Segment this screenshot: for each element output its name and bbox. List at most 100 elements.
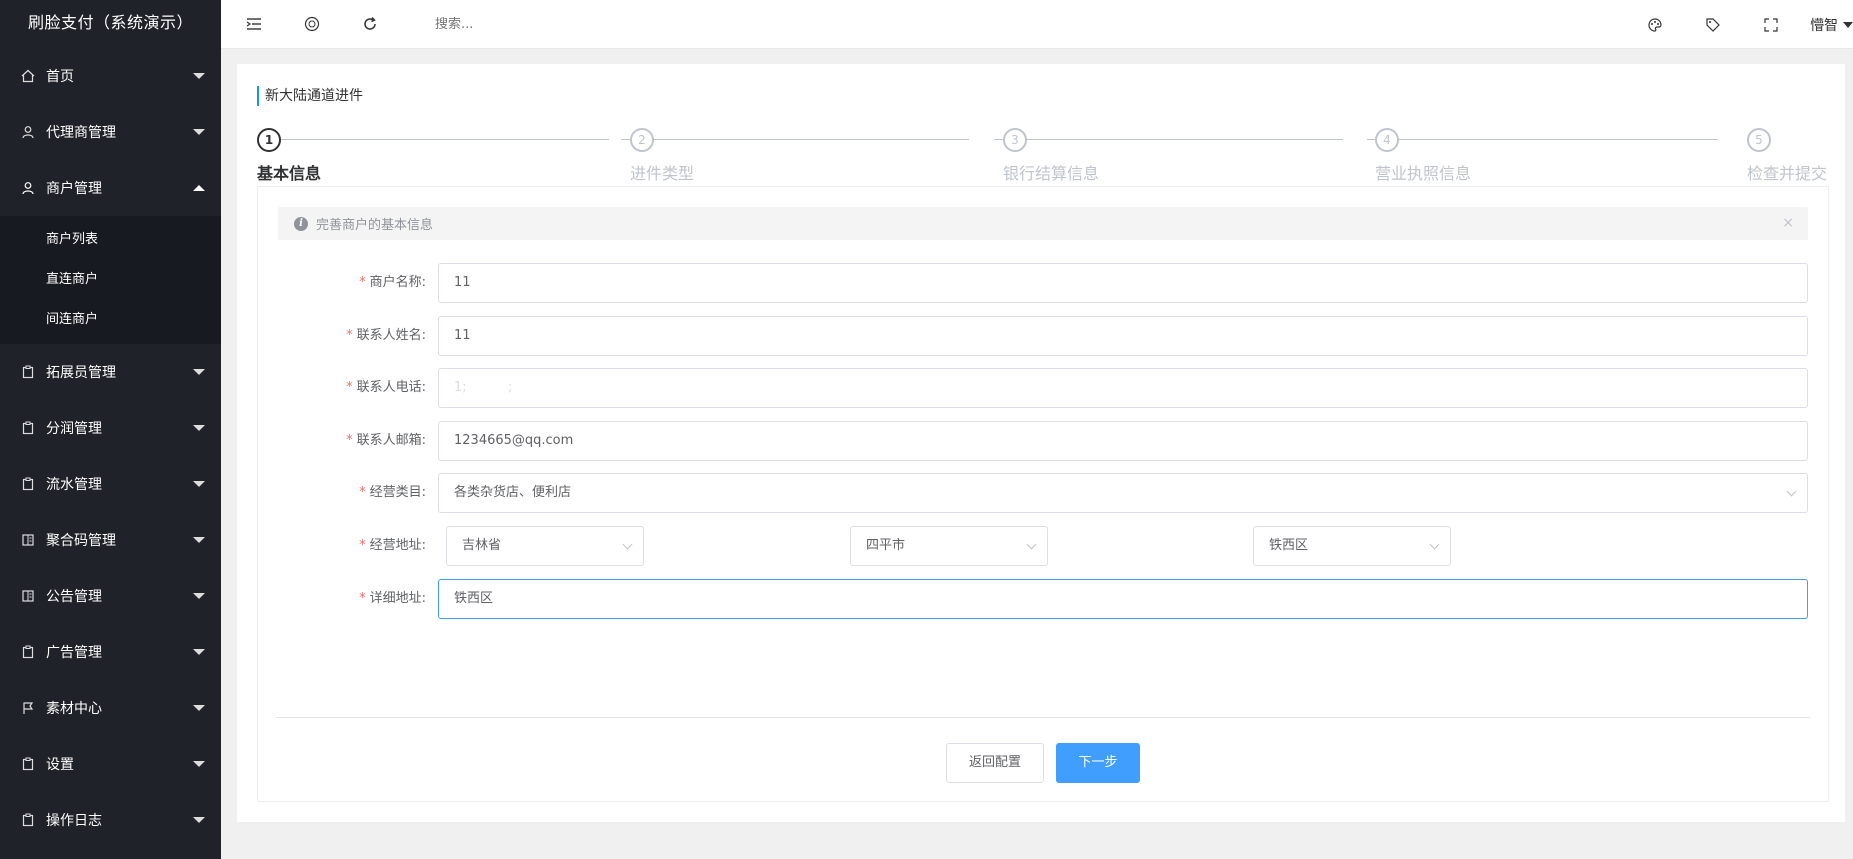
next-step-button[interactable]: 下一步 xyxy=(1056,743,1140,783)
merchant-name-input[interactable]: 11 xyxy=(438,263,1808,303)
required-mark: * xyxy=(346,433,353,448)
chevron-down-icon xyxy=(193,593,205,599)
user-menu[interactable]: 懵智 xyxy=(1810,15,1853,35)
required-mark: * xyxy=(359,538,366,553)
step-label: 营业执照信息 xyxy=(1375,164,1472,183)
city-select[interactable]: 四平市 xyxy=(850,526,1048,566)
label-text: 联系人邮箱: xyxy=(356,433,426,448)
chevron-down-icon xyxy=(193,369,205,375)
clipboard-icon xyxy=(20,476,36,492)
alert-text: 完善商户的基本信息 xyxy=(316,218,434,233)
top-header: 懵智 xyxy=(221,0,1853,49)
sidebar-item-logs[interactable]: 操作日志 xyxy=(0,792,221,848)
header-right: 懵智 xyxy=(1626,0,1853,49)
sidebar-item-merchant[interactable]: 商户管理 xyxy=(0,160,221,216)
province-select[interactable]: 吉林省 xyxy=(446,526,644,566)
contact-name-input[interactable]: 11 xyxy=(438,316,1808,356)
sidebar-item-label: 操作日志 xyxy=(46,813,102,829)
form-label: * 联系人姓名: xyxy=(258,316,426,356)
submenu-item-merchant-list[interactable]: 商户列表 xyxy=(0,220,221,260)
chevron-down-icon xyxy=(193,705,205,711)
step-number: 1 xyxy=(257,128,281,152)
label-text: 详细地址: xyxy=(369,591,426,606)
divider xyxy=(276,717,1810,718)
submenu-item-direct-merchant[interactable]: 直连商户 xyxy=(0,260,221,300)
flag-icon xyxy=(20,700,36,716)
close-icon[interactable]: × xyxy=(1782,215,1794,231)
sidebar-item-label: 商户管理 xyxy=(46,181,102,197)
search-input[interactable] xyxy=(435,16,635,32)
theme-palette-icon[interactable] xyxy=(1644,14,1666,36)
sidebar-item-materials[interactable]: 素材中心 xyxy=(0,680,221,736)
form-row-address: * 经营地址: 吉林省 四平市 铁西区 xyxy=(258,526,1830,566)
chevron-down-icon xyxy=(1786,486,1797,497)
sidebar-item-home[interactable]: 首页 xyxy=(0,48,221,104)
tag-icon[interactable] xyxy=(1702,14,1724,36)
submenu-item-indirect-merchant[interactable]: 间连商户 xyxy=(0,300,221,340)
chevron-down-icon xyxy=(193,649,205,655)
province-value: 吉林省 xyxy=(462,538,502,553)
chevron-down-icon xyxy=(193,481,205,487)
menu-fold-icon[interactable] xyxy=(243,13,265,35)
sidebar-item-profit[interactable]: 分润管理 xyxy=(0,400,221,456)
label-text: 商户名称: xyxy=(369,275,426,290)
district-select[interactable]: 铁西区 xyxy=(1253,526,1451,566)
contact-email-input[interactable]: 1234665@qq.com xyxy=(438,421,1808,461)
sidebar-item-agent[interactable]: 代理商管理 xyxy=(0,104,221,160)
chevron-down-icon xyxy=(193,761,205,767)
user-icon xyxy=(20,180,36,196)
clipboard-icon xyxy=(20,812,36,828)
caret-down-icon xyxy=(1843,21,1853,28)
clipboard-icon xyxy=(20,756,36,772)
chevron-down-icon xyxy=(193,425,205,431)
label-text: 经营类目: xyxy=(369,485,426,500)
website-icon[interactable] xyxy=(301,13,323,35)
category-select[interactable]: 各类杂货店、便利店 xyxy=(438,473,1808,513)
sidebar-item-label: 代理商管理 xyxy=(46,125,116,141)
step-connector xyxy=(1367,139,1718,140)
district-value: 铁西区 xyxy=(1269,538,1309,553)
sidebar-item-expander[interactable]: 拓展员管理 xyxy=(0,344,221,400)
sidebar-item-ads[interactable]: 广告管理 xyxy=(0,624,221,680)
step-connector xyxy=(994,139,1343,140)
home-icon xyxy=(20,68,36,84)
form-row-contact-name: * 联系人姓名: 11 xyxy=(258,316,1830,356)
contact-phone-input[interactable]: 1; ; xyxy=(438,368,1808,408)
sidebar-item-notice[interactable]: 公告管理 xyxy=(0,568,221,624)
step-connector xyxy=(281,139,609,140)
sidebar-item-label: 公告管理 xyxy=(46,589,102,605)
form-row-contact-phone: * 联系人电话: 1; ; xyxy=(258,368,1830,408)
step-number: 4 xyxy=(1375,128,1399,152)
chevron-down-icon xyxy=(622,539,633,550)
detail-address-input[interactable]: 铁西区 xyxy=(438,579,1808,619)
merchant-submenu: 商户列表 直连商户 间连商户 xyxy=(0,216,221,344)
sidebar-item-settings[interactable]: 设置 xyxy=(0,736,221,792)
sidebar-item-label: 拓展员管理 xyxy=(46,365,116,381)
form-label: * 商户名称: xyxy=(258,263,426,303)
sidebar: 刷脸支付（系统演示） 首页 代理商管理 商户管理 商户列表 直连商户 间连商户 … xyxy=(0,0,221,859)
user-icon xyxy=(20,124,36,140)
chevron-down-icon xyxy=(193,817,205,823)
main-card: 新大陆通道进件 1 基本信息 2 进件类型 3 银行结算信息 4 营业执照信息 … xyxy=(237,64,1845,822)
info-icon: i xyxy=(294,216,308,231)
sidebar-item-qrcode[interactable]: 聚合码管理 xyxy=(0,512,221,568)
form-row-merchant-name: * 商户名称: 11 xyxy=(258,263,1830,303)
step-label: 基本信息 xyxy=(257,164,322,183)
label-text: 经营地址: xyxy=(369,538,426,553)
required-mark: * xyxy=(346,380,353,395)
form-row-contact-email: * 联系人邮箱: 1234665@qq.com xyxy=(258,421,1830,461)
required-mark: * xyxy=(359,275,366,290)
form-label: * 联系人邮箱: xyxy=(258,421,426,461)
step-number: 3 xyxy=(1003,128,1027,152)
required-mark: * xyxy=(359,485,366,500)
required-mark: * xyxy=(346,328,353,343)
clipboard-icon xyxy=(20,364,36,380)
clipboard-icon xyxy=(20,644,36,660)
book-icon xyxy=(20,532,36,548)
back-config-button[interactable]: 返回配置 xyxy=(946,743,1044,783)
sidebar-item-label: 素材中心 xyxy=(46,701,102,717)
sidebar-item-flow[interactable]: 流水管理 xyxy=(0,456,221,512)
fullscreen-icon[interactable] xyxy=(1760,14,1782,36)
form-panel: i 完善商户的基本信息 × * 商户名称: 11 * 联系人姓名: 11 * 联系人电… xyxy=(257,186,1829,802)
refresh-icon[interactable] xyxy=(359,13,381,35)
